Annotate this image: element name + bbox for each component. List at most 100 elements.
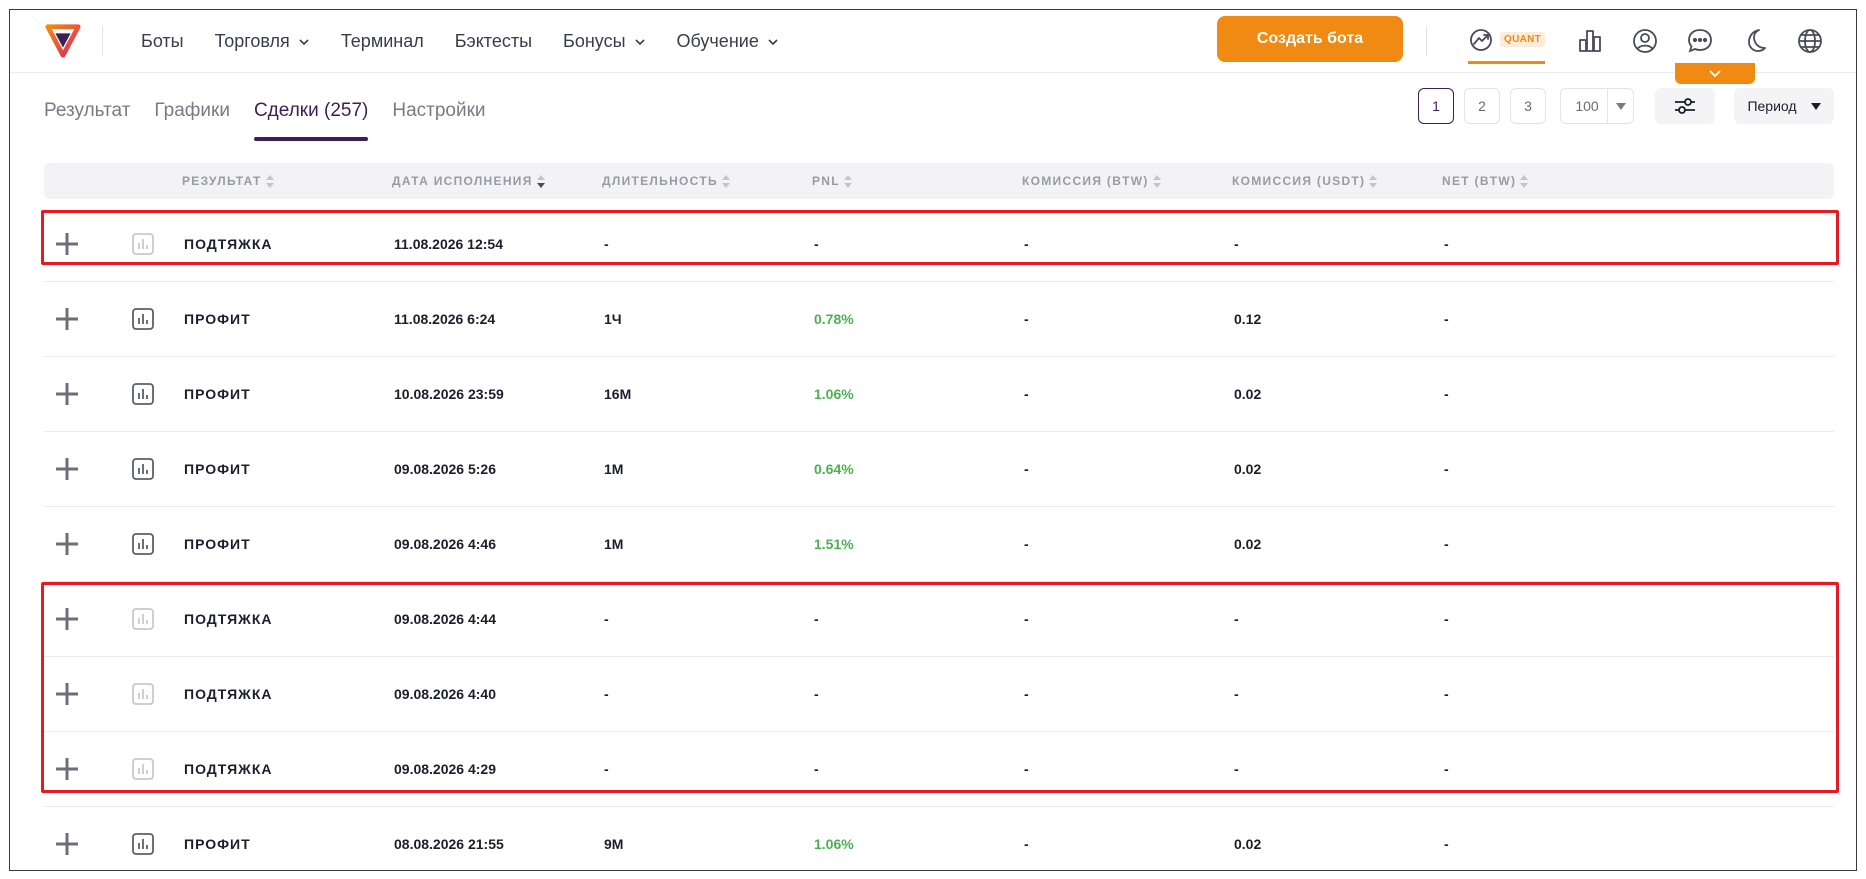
pnl-cell: - <box>814 686 819 702</box>
table-row[interactable]: ПОДТЯЖКА 09.08.2026 4:44 - - - - - <box>44 582 1834 657</box>
fee-btw-cell: - <box>1024 311 1029 327</box>
net-cell: - <box>1444 761 1449 777</box>
table-row[interactable]: ПРОФИТ 10.08.2026 23:59 16М 1.06% - 0.02 - <box>44 357 1834 432</box>
pnl-cell: 0.78% <box>814 311 854 327</box>
fee-btw-cell: - <box>1024 461 1029 477</box>
fee-usdt-cell: - <box>1234 236 1239 252</box>
collapse-panel-toggle[interactable] <box>1675 63 1755 84</box>
page-button[interactable]: 3 <box>1510 88 1546 124</box>
trade-chart-icon[interactable] <box>131 382 155 406</box>
column-header[interactable]: КОМИССИЯ (BTW) <box>1022 163 1161 199</box>
nav-item-0[interactable]: Боты <box>141 31 184 52</box>
user-icon[interactable] <box>1630 26 1660 56</box>
tab-1[interactable]: Графики <box>154 82 230 127</box>
duration-cell: 9М <box>604 836 624 852</box>
create-bot-button[interactable]: Создать бота <box>1217 16 1403 62</box>
duration-cell: - <box>604 236 609 252</box>
expand-plus-icon[interactable] <box>54 531 80 557</box>
nav-item-4[interactable]: Бонусы <box>563 31 646 52</box>
fee-usdt-cell: 0.12 <box>1234 311 1262 327</box>
result-cell: ПРОФИТ <box>184 311 251 327</box>
date-cell: 09.08.2026 4:29 <box>394 761 496 777</box>
quant-badge: QUANT <box>1500 32 1546 47</box>
column-header-label: КОМИССИЯ (BTW) <box>1022 174 1149 188</box>
table-header: РЕЗУЛЬТАТ ДАТА ИСПОЛНЕНИЯ ДЛИТЕЛЬНОСТЬ PNL К… <box>44 163 1834 199</box>
table-row[interactable]: ПОДТЯЖКА 09.08.2026 4:29 - - - - - <box>44 732 1834 807</box>
duration-cell: 16М <box>604 386 632 402</box>
tab-2[interactable]: Сделки (257) <box>253 82 369 141</box>
trade-chart-icon[interactable] <box>131 532 155 556</box>
duration-cell: 1Ч <box>604 311 622 327</box>
pnl-cell: 1.06% <box>814 386 854 402</box>
column-header[interactable]: КОМИССИЯ (USDT) <box>1232 163 1378 199</box>
nav-item-1[interactable]: Торговля <box>215 31 310 52</box>
expand-plus-icon[interactable] <box>54 381 80 407</box>
nav-item-label: Бэктесты <box>454 31 533 51</box>
column-header[interactable]: ДЛИТЕЛЬНОСТЬ <box>602 163 730 199</box>
sort-icon <box>1369 174 1378 188</box>
header-divider <box>1426 26 1427 56</box>
date-cell: 11.08.2026 12:54 <box>394 236 503 252</box>
expand-plus-icon[interactable] <box>54 231 80 257</box>
main-nav: Боты Торговля Терминал Бэктесты Бонусы Обучен… <box>141 10 810 73</box>
column-header-label: PNL <box>812 174 840 188</box>
result-cell: ПОДТЯЖКА <box>184 611 273 627</box>
table-row[interactable]: ПРОФИТ 08.08.2026 21:55 9М 1.06% - 0.02 - <box>44 807 1834 870</box>
result-cell: ПОДТЯЖКА <box>184 686 273 702</box>
column-header[interactable]: NET (BTW) <box>1442 163 1529 199</box>
sort-icon <box>843 174 852 188</box>
table-row[interactable]: ПРОФИТ 09.08.2026 5:26 1М 0.64% - 0.02 - <box>44 432 1834 507</box>
tab-0[interactable]: Результат <box>44 82 130 127</box>
expand-plus-icon[interactable] <box>54 756 80 782</box>
trade-chart-icon[interactable] <box>131 832 155 856</box>
tab-3[interactable]: Настройки <box>392 82 485 127</box>
nav-item-3[interactable]: Бэктесты <box>455 31 532 52</box>
table-row[interactable]: ПРОФИТ 11.08.2026 6:24 1Ч 0.78% - 0.12 - <box>44 282 1834 357</box>
trade-chart-icon[interactable] <box>131 307 155 331</box>
date-cell: 08.08.2026 21:55 <box>394 836 504 852</box>
moon-icon[interactable] <box>1740 26 1770 56</box>
nav-item-2[interactable]: Терминал <box>341 31 424 52</box>
duration-cell: - <box>604 686 609 702</box>
column-header[interactable]: РЕЗУЛЬТАТ <box>182 163 274 199</box>
page-button[interactable]: 1 <box>1418 88 1454 124</box>
column-header-label: КОМИССИЯ (USDT) <box>1232 174 1366 188</box>
nav-item-5[interactable]: Обучение <box>677 31 779 52</box>
expand-plus-icon[interactable] <box>54 606 80 632</box>
expand-plus-icon[interactable] <box>54 681 80 707</box>
period-select[interactable]: Период <box>1734 88 1834 124</box>
table-row[interactable]: ПОДТЯЖКА 11.08.2026 12:54 - - - - - <box>44 207 1834 282</box>
column-header[interactable]: PNL <box>812 163 852 199</box>
filter-button[interactable] <box>1655 88 1715 124</box>
per-page-select[interactable]: 100 <box>1560 88 1634 124</box>
quant-nav-item[interactable]: QUANT <box>1468 24 1546 64</box>
fee-usdt-cell: 0.02 <box>1234 536 1262 552</box>
column-header[interactable]: ДАТА ИСПОЛНЕНИЯ <box>392 163 545 199</box>
column-header-label: ДАТА ИСПОЛНЕНИЯ <box>392 174 533 188</box>
date-cell: 11.08.2026 6:24 <box>394 311 496 327</box>
pnl-cell: 1.06% <box>814 836 854 852</box>
duration-cell: - <box>604 761 609 777</box>
pnl-cell: - <box>814 761 819 777</box>
top-header: Боты Торговля Терминал Бэктесты Бонусы Обучен… <box>10 10 1856 73</box>
table-row[interactable]: ПОДТЯЖКА 09.08.2026 4:40 - - - - - <box>44 657 1834 732</box>
pnl-cell: - <box>814 611 819 627</box>
expand-plus-icon[interactable] <box>54 831 80 857</box>
result-cell: ПОДТЯЖКА <box>184 761 273 777</box>
trade-chart-icon[interactable] <box>131 457 155 481</box>
bar-chart-icon[interactable] <box>1575 26 1605 56</box>
nav-item-label: Торговля <box>214 31 290 51</box>
chevron-down-icon <box>299 38 309 45</box>
period-label: Период <box>1747 98 1797 114</box>
trade-chart-icon <box>132 683 154 705</box>
app-window: Боты Торговля Терминал Бэктесты Бонусы Обучен… <box>9 9 1857 871</box>
caret-down-icon <box>1810 102 1821 110</box>
brand-logo[interactable] <box>44 20 82 60</box>
expand-plus-icon[interactable] <box>54 306 80 332</box>
expand-plus-icon[interactable] <box>54 456 80 482</box>
globe-icon[interactable] <box>1795 26 1825 56</box>
table-row[interactable]: ПРОФИТ 09.08.2026 4:46 1М 1.51% - 0.02 - <box>44 507 1834 582</box>
page-button[interactable]: 2 <box>1464 88 1500 124</box>
trade-chart-icon <box>132 758 154 780</box>
chat-icon[interactable] <box>1685 26 1715 56</box>
